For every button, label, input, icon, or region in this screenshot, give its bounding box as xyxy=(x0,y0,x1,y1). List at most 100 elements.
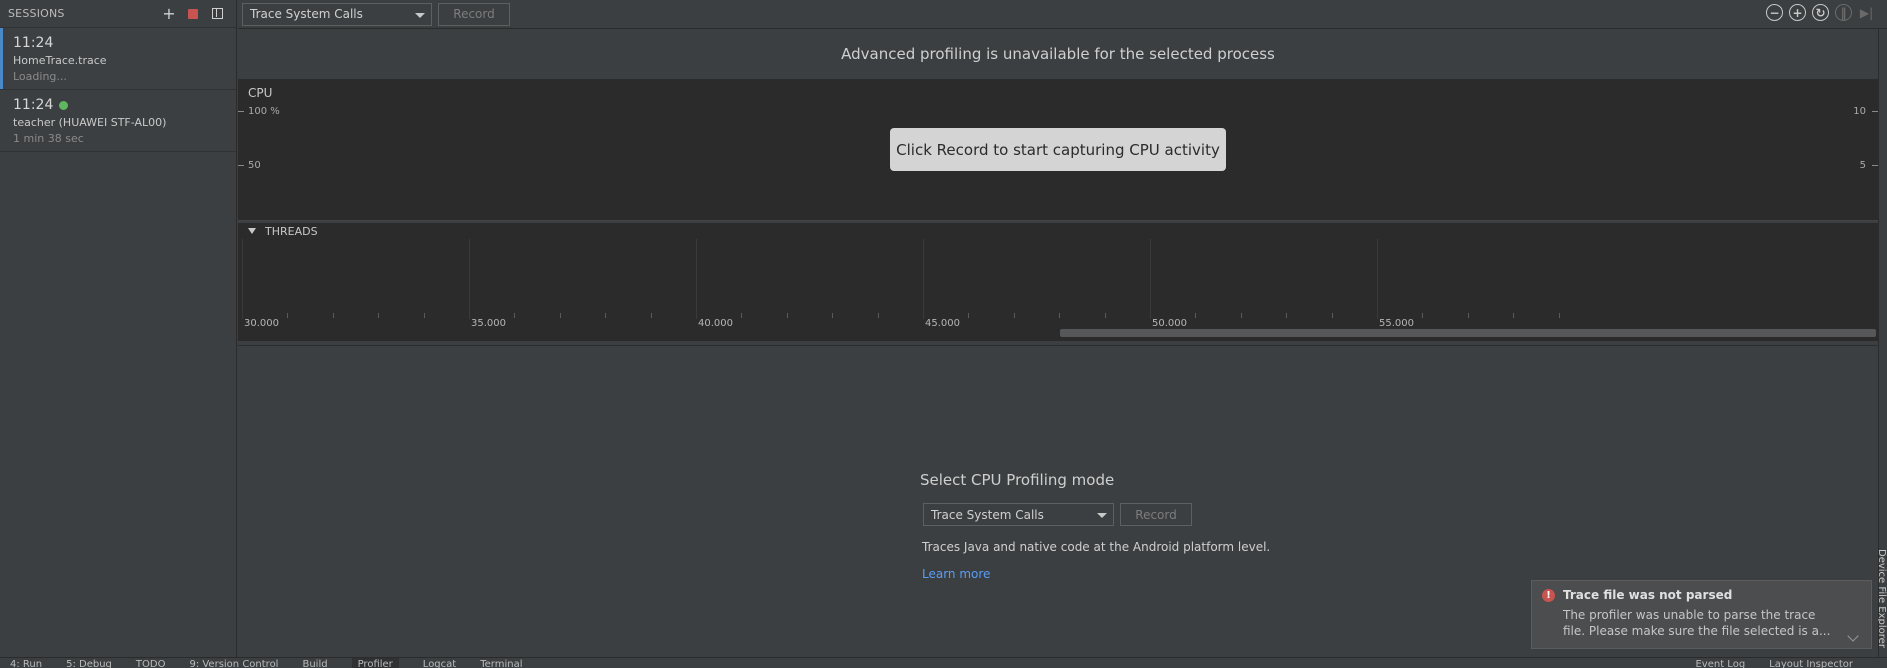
minor-tick xyxy=(1467,313,1469,318)
tab-version-control[interactable]: 9: Version Control xyxy=(189,658,278,668)
minor-tick xyxy=(1558,313,1560,318)
bottom-tool-strip: 4: Run 5: Debug TODO 9: Version Control … xyxy=(0,657,1887,668)
zoom-controls: − + ↻ ‖ ▶| xyxy=(1766,4,1875,21)
minor-tick xyxy=(423,313,425,318)
time-tick-label: 40.000 xyxy=(698,318,733,329)
time-tick-label: 30.000 xyxy=(244,318,279,329)
session-status: Loading... xyxy=(13,70,67,83)
profiling-mode-select[interactable]: Trace System Calls xyxy=(242,2,432,26)
grid-line xyxy=(469,239,470,319)
profiling-mode-select[interactable]: Trace System Calls xyxy=(923,503,1114,526)
minor-tick xyxy=(1195,313,1197,318)
minor-tick xyxy=(877,313,879,318)
y-axis-label-right: 5 xyxy=(1859,160,1866,171)
time-tick-label: 55.000 xyxy=(1379,318,1414,329)
grid-line xyxy=(696,239,697,319)
tab-run[interactable]: 4: Run xyxy=(10,658,42,668)
record-hint: Click Record to start capturing CPU acti… xyxy=(890,128,1226,171)
tab-event-log[interactable]: Event Log xyxy=(1695,658,1745,668)
minor-tick xyxy=(968,313,970,318)
sessions-panel: SESSIONS + 11:24 HomeTrace.trace Loading… xyxy=(0,0,237,657)
tab-logcat[interactable]: Logcat xyxy=(423,658,456,668)
tab-profiler[interactable]: Profiler xyxy=(351,658,399,668)
notification-title: Trace file was not parsed xyxy=(1563,588,1733,602)
minor-tick xyxy=(559,313,561,318)
profiling-mode-title: Select CPU Profiling mode xyxy=(920,471,1115,489)
timeline-divider xyxy=(238,341,1878,346)
stop-icon[interactable] xyxy=(182,4,204,24)
tab-layout-inspector[interactable]: Layout Inspector xyxy=(1769,658,1853,668)
minor-tick xyxy=(1422,313,1424,318)
threads-timeline[interactable]: THREADS 30.000 35.000 40.000 45.000 50.000 55… xyxy=(238,223,1878,341)
time-tick-label: 45.000 xyxy=(925,318,960,329)
session-name: HomeTrace.trace xyxy=(13,54,107,67)
grid-line xyxy=(923,239,924,319)
collapse-panel-icon[interactable] xyxy=(206,4,228,24)
threads-label: THREADS xyxy=(265,224,318,238)
session-item[interactable]: 11:24 HomeTrace.trace Loading... xyxy=(0,28,236,90)
zoom-out-icon[interactable]: − xyxy=(1766,4,1783,21)
cpu-label: CPU xyxy=(248,86,273,100)
tab-debug[interactable]: 5: Debug xyxy=(66,658,112,668)
timeline-scrollbar[interactable] xyxy=(1060,329,1876,337)
notification-body: The profiler was unable to parse the tra… xyxy=(1563,608,1831,638)
y-axis-tick xyxy=(238,111,244,112)
reset-zoom-icon[interactable]: ↻ xyxy=(1812,4,1829,21)
sessions-header: SESSIONS + xyxy=(0,0,236,28)
session-name: teacher (HUAWEI STF-AL00) xyxy=(13,116,167,129)
plus-icon[interactable]: + xyxy=(158,4,180,24)
tab-terminal[interactable]: Terminal xyxy=(480,658,522,668)
y-axis-label-right: 10 xyxy=(1853,106,1866,117)
right-tool-strip: Device File Explorer xyxy=(1878,29,1887,657)
minor-tick xyxy=(378,313,380,318)
zoom-in-icon[interactable]: + xyxy=(1789,4,1806,21)
grid-line xyxy=(1150,239,1151,319)
record-button[interactable]: Record xyxy=(438,2,510,26)
collapse-triangle-icon xyxy=(248,228,256,234)
mode-description: Traces Java and native code at the Andro… xyxy=(922,540,1271,554)
minor-tick xyxy=(1240,313,1242,318)
grid-line xyxy=(242,239,243,319)
chevron-down-icon xyxy=(1097,513,1107,518)
cpu-usage-chart[interactable]: CPU 100 % 50 10 5 Click Record to start … xyxy=(238,80,1878,220)
minor-tick xyxy=(514,313,516,318)
minor-tick xyxy=(605,313,607,318)
grid-line xyxy=(1377,239,1378,319)
minor-tick xyxy=(741,313,743,318)
device-file-explorer-tab[interactable]: Device File Explorer xyxy=(1878,549,1887,668)
y-axis-tick xyxy=(238,165,244,166)
minor-tick xyxy=(332,313,334,318)
unavailable-banner: Advanced profiling is unavailable for th… xyxy=(238,29,1878,80)
minor-tick xyxy=(1331,313,1333,318)
minor-tick xyxy=(786,313,788,318)
expand-chevron-icon[interactable] xyxy=(1847,630,1859,642)
y-axis-label-left: 50 xyxy=(248,160,261,171)
tab-build[interactable]: Build xyxy=(302,658,327,668)
session-time: 11:24 xyxy=(13,35,54,51)
minor-tick xyxy=(832,313,834,318)
profiling-mode-value: Trace System Calls xyxy=(250,7,363,21)
time-tick-label: 35.000 xyxy=(471,318,506,329)
minor-tick xyxy=(1059,313,1061,318)
minor-tick xyxy=(650,313,652,318)
error-icon: ! xyxy=(1542,588,1555,602)
pause-icon[interactable]: ‖ xyxy=(1835,4,1852,21)
minor-tick xyxy=(287,313,289,318)
learn-more-link[interactable]: Learn more xyxy=(922,567,990,581)
y-axis-label-left: 100 % xyxy=(248,106,280,117)
time-tick-label: 50.000 xyxy=(1152,318,1187,329)
threads-header[interactable]: THREADS xyxy=(248,223,318,239)
session-item[interactable]: 11:24 teacher (HUAWEI STF-AL00) 1 min 38… xyxy=(0,90,236,152)
record-button[interactable]: Record xyxy=(1120,503,1192,526)
live-dot-icon xyxy=(59,100,69,110)
sessions-title: SESSIONS xyxy=(8,7,65,20)
error-notification[interactable]: ! Trace file was not parsed The profiler… xyxy=(1531,580,1872,649)
session-time: 11:24 xyxy=(13,97,54,113)
session-duration: 1 min 38 sec xyxy=(13,132,84,145)
minor-tick xyxy=(1104,313,1106,318)
go-to-live-icon[interactable]: ▶| xyxy=(1858,4,1875,21)
tab-todo[interactable]: TODO xyxy=(136,658,166,668)
chevron-down-icon xyxy=(415,12,425,18)
minor-tick xyxy=(1286,313,1288,318)
profiling-mode-value: Trace System Calls xyxy=(931,507,1044,522)
